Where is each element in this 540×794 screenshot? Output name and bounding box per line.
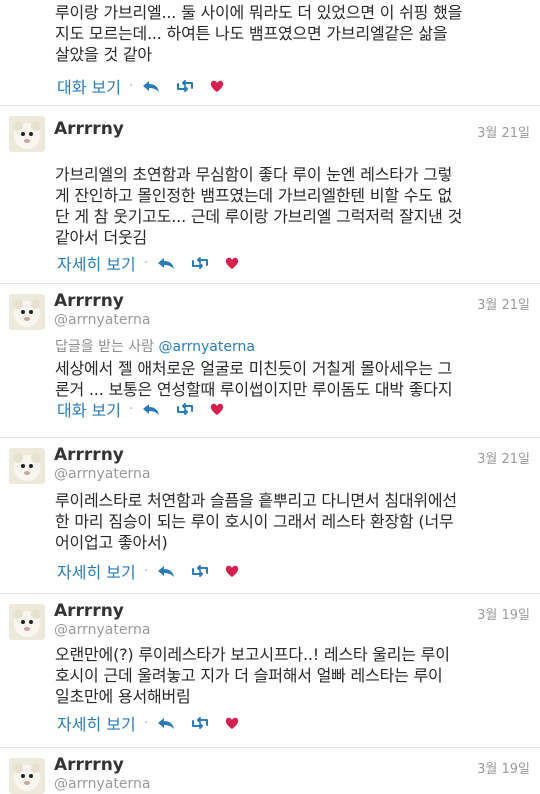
tweet-date[interactable]: 3월 21일 — [477, 294, 530, 313]
view-details-link[interactable]: 자세히 보기 — [57, 711, 136, 735]
tweet-actions: 대화 보기 · — [57, 398, 243, 420]
user-display-name[interactable]: Arrrrny — [54, 755, 124, 775]
favorite-heart-icon[interactable] — [209, 78, 229, 94]
in-reply-to: 답글을 받는 사람 @arrnyaterna — [55, 336, 255, 356]
user-handle[interactable]: @arrnyaterna — [54, 466, 150, 482]
tweet-date[interactable]: 3월 19일 — [477, 604, 530, 623]
user-display-name[interactable]: Arrrrny — [54, 601, 124, 621]
view-details-link[interactable]: 자세히 보기 — [57, 251, 136, 275]
tweet-item[interactable]: Arrrrny @arrnyaterna 3월 21일 답글을 받는 사람 @a… — [0, 284, 540, 438]
reply-icon[interactable] — [156, 715, 176, 731]
reply-to-label: 답글을 받는 사람 — [55, 339, 155, 355]
tweet-text: 가브리엘의 초연함과 무심함이 좋다 루이 눈엔 레스타가 그렇 게 잔인하고 … — [55, 165, 463, 247]
tweet-item[interactable]: Arrrrny @arrnyaterna 3월 19일 오랜만에(?) 루이레스… — [0, 594, 540, 748]
separator-dot: · — [143, 715, 149, 731]
reply-icon[interactable] — [156, 563, 176, 579]
tweet-item[interactable]: Arrrrny 3월 21일 가브리엘의 초연함과 무심함이 좋다 루이 눈엔 … — [0, 106, 540, 284]
tweet-item[interactable]: Arrrrny @arrnyaterna 3월 21일 루이레스타로 처연함과 … — [0, 438, 540, 594]
separator-dot: · — [128, 401, 134, 417]
retweet-icon[interactable] — [190, 563, 210, 579]
tweet-text: 루이랑 가브리엘... 둘 사이에 뭐라도 더 있었으면 이 쉬핑 했을 지도 … — [55, 3, 463, 64]
tweet-text: 루이레스타로 처연함과 슬픔을 흩뿌리고 다니면서 침대위에선 한 마리 짐승이… — [55, 491, 457, 552]
tweet-date[interactable]: 3월 21일 — [477, 448, 530, 467]
retweet-icon[interactable] — [190, 715, 210, 731]
favorite-heart-icon[interactable] — [224, 715, 244, 731]
avatar[interactable] — [9, 116, 45, 152]
tweet-feed: 루이랑 가브리엘... 둘 사이에 뭐라도 더 있었으면 이 쉬핑 했을 지도 … — [0, 0, 540, 794]
tweet-date[interactable]: 3월 21일 — [477, 122, 530, 141]
avatar[interactable] — [9, 294, 45, 330]
tweet-actions: 대화 보기 · — [57, 75, 243, 97]
user-display-name[interactable]: Arrrrny — [54, 119, 124, 139]
reply-icon[interactable] — [156, 255, 176, 271]
tweet-actions: 자세히 보기 · — [57, 560, 258, 582]
tweet-item[interactable]: Arrrrny @arrnyaterna 3월 19일 — [0, 748, 540, 794]
tweet-actions: 자세히 보기 · — [57, 252, 258, 274]
favorite-heart-icon[interactable] — [224, 255, 244, 271]
separator-dot: · — [143, 563, 149, 579]
separator-dot: · — [128, 78, 134, 94]
retweet-icon[interactable] — [190, 255, 210, 271]
reply-icon[interactable] — [141, 401, 161, 417]
favorite-heart-icon[interactable] — [224, 563, 244, 579]
user-display-name[interactable]: Arrrrny — [54, 291, 124, 311]
tweet-text: 오랜만에(?) 루이레스타가 보고시프다..! 레스타 울리는 루이 호시이 근… — [55, 645, 450, 706]
retweet-icon[interactable] — [175, 401, 195, 417]
tweet-actions: 자세히 보기 · — [57, 712, 258, 734]
tweet-text: 세상에서 젤 애처로운 얼굴로 미친듯이 거칠게 몰아세우는 그 론거 ... … — [55, 359, 453, 399]
retweet-icon[interactable] — [175, 78, 195, 94]
avatar[interactable] — [9, 604, 45, 640]
view-conversation-link[interactable]: 대화 보기 — [57, 397, 121, 421]
avatar[interactable] — [9, 448, 45, 484]
view-details-link[interactable]: 자세히 보기 — [57, 559, 136, 583]
reply-to-mention-link[interactable]: @arrnyaterna — [159, 339, 255, 355]
tweet-date[interactable]: 3월 19일 — [477, 758, 530, 777]
tweet-item[interactable]: 루이랑 가브리엘... 둘 사이에 뭐라도 더 있었으면 이 쉬핑 했을 지도 … — [0, 0, 540, 106]
avatar[interactable] — [9, 758, 45, 794]
favorite-heart-icon[interactable] — [209, 401, 229, 417]
user-handle[interactable]: @arrnyaterna — [54, 776, 150, 792]
separator-dot: · — [143, 255, 149, 271]
view-conversation-link[interactable]: 대화 보기 — [57, 74, 121, 98]
user-display-name[interactable]: Arrrrny — [54, 445, 124, 465]
user-handle[interactable]: @arrnyaterna — [54, 622, 150, 638]
user-handle[interactable]: @arrnyaterna — [54, 312, 150, 328]
reply-icon[interactable] — [141, 78, 161, 94]
